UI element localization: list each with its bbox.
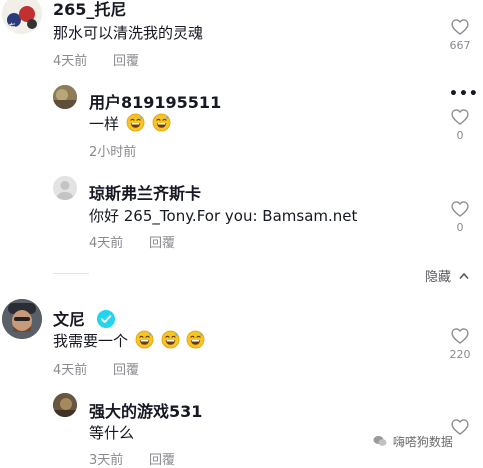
comment-text: 我需要一个 (53, 330, 205, 351)
like-count: 0 (456, 221, 464, 234)
like-button[interactable]: 0 (440, 199, 480, 234)
comment-text: 那水可以清洗我的灵魂 (53, 24, 204, 42)
grinning-sweat-emoji (152, 113, 171, 132)
chevron-up-icon (459, 272, 469, 280)
reply-button[interactable]: 回覆 (113, 359, 139, 378)
reply-button[interactable]: 回覆 (149, 232, 175, 251)
wechat-icon (373, 436, 387, 446)
heart-icon (450, 199, 470, 219)
grinning-sweat-emoji (135, 330, 154, 349)
reply-button[interactable]: 回覆 (113, 50, 139, 69)
comment-username-label: 文尼 (53, 310, 86, 329)
reply-time: 2小时前 (89, 145, 137, 160)
like-count: 0 (456, 129, 464, 142)
comment-username[interactable]: 265_托尼 (53, 0, 126, 20)
svg-text:ち: ち (8, 22, 17, 33)
reply-text: 一样 (89, 113, 171, 134)
avatar[interactable]: ち (2, 0, 42, 34)
reply-button[interactable]: 回覆 (149, 449, 175, 468)
heart-icon (450, 107, 470, 127)
grinning-sweat-emoji (186, 330, 205, 349)
more-options-icon[interactable]: ••• (449, 86, 479, 102)
avatar[interactable] (2, 299, 42, 339)
avatar[interactable] (53, 393, 77, 417)
comment-username[interactable]: 文尼 (53, 306, 115, 330)
like-button[interactable]: 0 (440, 107, 480, 142)
heart-icon (450, 326, 470, 346)
hide-replies-button[interactable]: 隐藏 (425, 266, 469, 285)
avatar[interactable] (53, 85, 77, 109)
like-count: 220 (449, 348, 471, 361)
verified-badge-icon (96, 310, 115, 328)
like-count: 667 (449, 39, 471, 52)
reply-text: 等什么 (89, 424, 135, 442)
hide-replies-label: 隐藏 (425, 270, 452, 285)
like-button[interactable]: 220 (440, 326, 480, 361)
comment-text-content: 我需要一个 (53, 332, 129, 350)
reply-username[interactable]: 用户819195511 (89, 89, 221, 113)
heart-icon (450, 17, 470, 37)
avatar[interactable] (53, 176, 77, 200)
reply-username[interactable]: 强大的游戏531 (89, 398, 202, 422)
watermark-text: 嗨嗒狗数据 (392, 435, 453, 449)
reply-username[interactable]: 琼斯弗兰齐斯卡 (89, 180, 201, 204)
reply-time: 3天前 (89, 453, 124, 468)
replies-divider (53, 273, 89, 274)
reply-time: 4天前 (89, 236, 124, 251)
comment-time: 4天前 (53, 363, 88, 378)
grinning-sweat-emoji (161, 330, 180, 349)
like-button[interactable]: 667 (440, 17, 480, 52)
watermark: 嗨嗒狗数据 (370, 432, 456, 451)
reply-text: 你好 265_Tony.For you: Bamsam.net (89, 207, 358, 225)
comment-time: 4天前 (53, 54, 88, 69)
grinning-sweat-emoji (126, 113, 145, 132)
reply-text-content: 一样 (89, 115, 120, 133)
